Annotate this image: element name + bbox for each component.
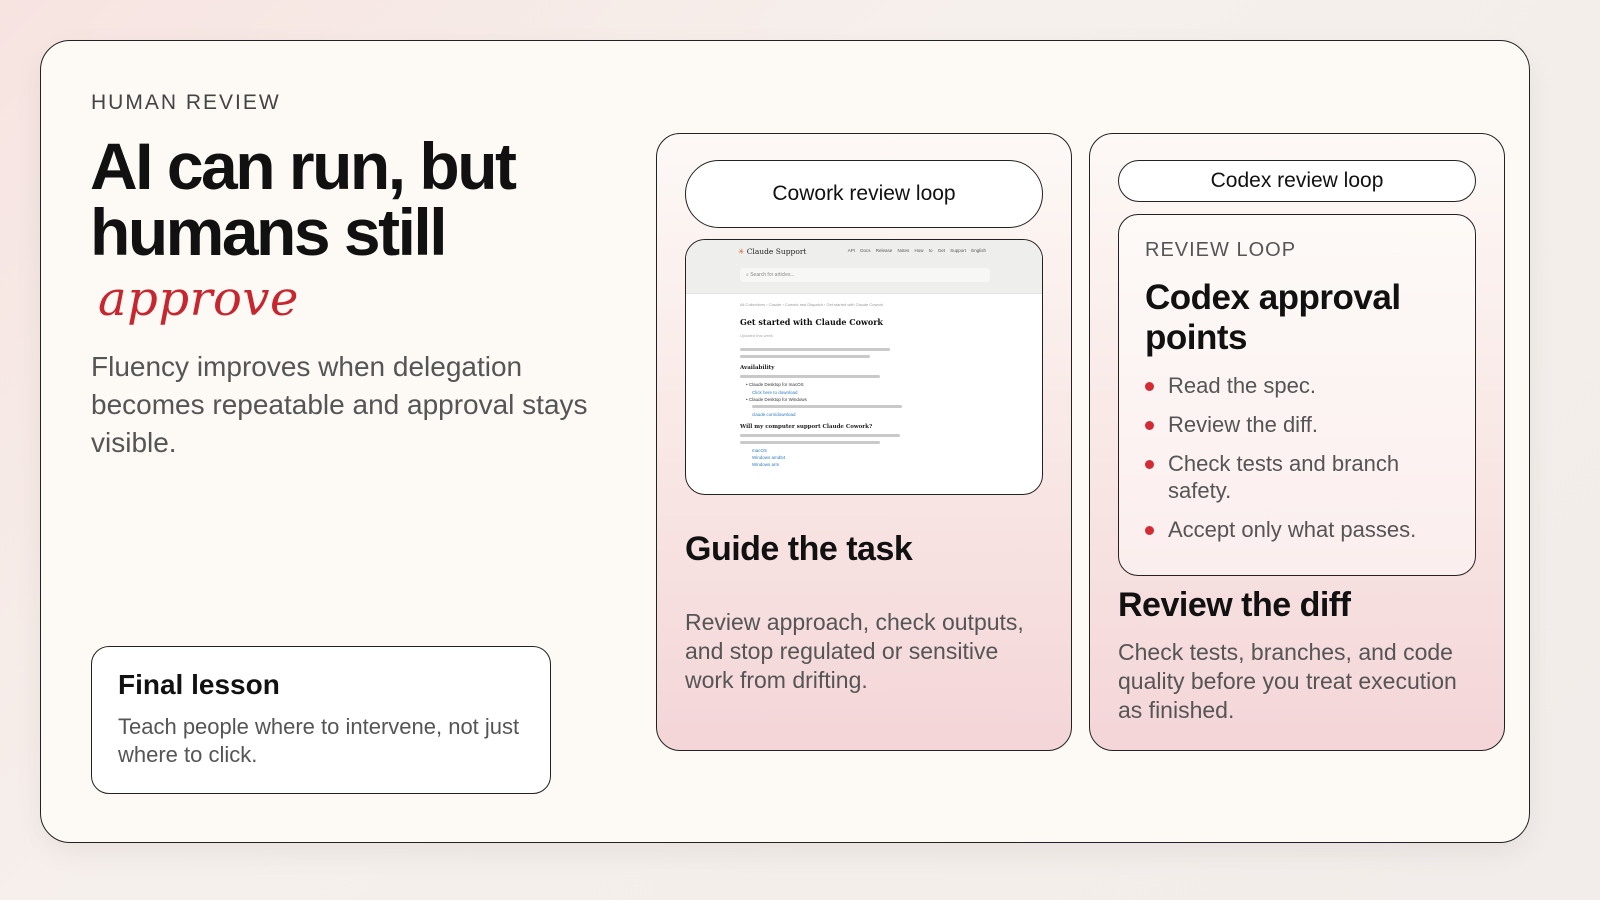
final-lesson-card: Final lesson Teach people where to inter… [91, 646, 551, 794]
claude-support-logo: ✳ Claude Support [738, 247, 806, 256]
list-item: Review the diff. [1145, 411, 1449, 438]
approval-points-list: Read the spec. Review the diff. Check te… [1145, 372, 1449, 543]
bullet-dot-icon [1145, 382, 1154, 391]
list-item-text: Read the spec. [1168, 373, 1316, 398]
lede-paragraph: Fluency improves when delegation becomes… [91, 351, 588, 458]
article-section-heading: Availability [740, 365, 775, 371]
list-item: • Claude Desktop for Windows [746, 397, 807, 402]
list-item-link: Click here to download [752, 390, 798, 395]
text-line [740, 348, 890, 351]
list-item-link: macOS [752, 448, 768, 453]
article-title: Get started with Claude Cowork [740, 317, 883, 327]
screenshot-search-placeholder: Search for articles... [750, 272, 795, 278]
cowork-card: Cowork review loop ✳ Claude Support API … [656, 133, 1072, 751]
final-lesson-title: Final lesson [118, 669, 280, 700]
codex-approval-points-panel: REVIEW LOOP Codex approval points Read t… [1118, 214, 1476, 576]
breadcrumb: All Collections › Claude › Cowork and Di… [740, 302, 883, 307]
codex-card: Codex review loop REVIEW LOOP Codex appr… [1089, 133, 1505, 751]
article-updated: Updated this week [740, 333, 773, 338]
headline-accent-word: approve [98, 271, 299, 327]
text-line [752, 405, 902, 408]
list-item: Accept only what passes. [1145, 516, 1449, 543]
list-item-text: Claude Desktop for Windows [748, 397, 807, 402]
bullet-dot-icon [1145, 526, 1154, 535]
text-line [740, 375, 880, 378]
screenshot-header: ✳ Claude Support API Docs Release Notes … [686, 240, 1042, 294]
bullet-dot-icon [1145, 421, 1154, 430]
claude-support-logo-text: Claude Support [746, 247, 807, 256]
page-title: AI can run, but humans still [90, 129, 517, 269]
bullet-dot-icon [1145, 460, 1154, 469]
list-item: Read the spec. [1145, 372, 1449, 399]
list-item-text: Check tests and branch safety. [1168, 451, 1400, 503]
search-icon: ⌕ [746, 272, 749, 278]
list-item-link: Windows arm [752, 462, 780, 467]
list-item: Check tests and branch safety. [1145, 450, 1449, 504]
screenshot-search-input: ⌕ Search for articles... [740, 268, 990, 282]
codex-card-title: Review the diff [1118, 586, 1351, 624]
list-item-text: Review the diff. [1168, 412, 1319, 437]
codex-approval-points-title: Codex approval points [1145, 278, 1401, 357]
list-item-link: claude.com/download [752, 412, 796, 417]
text-line [740, 441, 880, 444]
list-item-text: Accept only what passes. [1168, 517, 1417, 542]
list-item-link: Windows amd64 [752, 455, 786, 460]
screenshot-article: All Collections › Claude › Cowork and Di… [686, 294, 1042, 467]
cowork-card-title: Guide the task [685, 530, 913, 568]
final-lesson-body: Teach people where to intervene, not jus… [118, 714, 520, 767]
codex-card-body: Check tests, branches, and code quality … [1118, 639, 1457, 723]
eyebrow-label: HUMAN REVIEW [91, 91, 281, 114]
cowork-card-body: Review approach, check outputs, and stop… [685, 609, 1024, 693]
list-item-text: Claude Desktop for macOS [748, 382, 804, 387]
text-line [740, 355, 870, 358]
slide-panel: HUMAN REVIEW AI can run, but humans stil… [40, 40, 1530, 843]
review-loop-eyebrow: REVIEW LOOP [1145, 239, 1297, 261]
text-line [740, 434, 900, 437]
claude-support-screenshot: ✳ Claude Support API Docs Release Notes … [685, 239, 1043, 495]
claude-star-icon: ✳ [738, 247, 745, 256]
screenshot-nav: API Docs Release Notes How to Get Suppor… [847, 248, 986, 253]
codex-review-loop-pill[interactable]: Codex review loop [1118, 160, 1476, 202]
article-section-heading: Will my computer support Claude Cowork? [740, 424, 873, 430]
list-item: • Claude Desktop for macOS [746, 382, 804, 387]
cowork-review-loop-pill[interactable]: Cowork review loop [685, 160, 1043, 228]
